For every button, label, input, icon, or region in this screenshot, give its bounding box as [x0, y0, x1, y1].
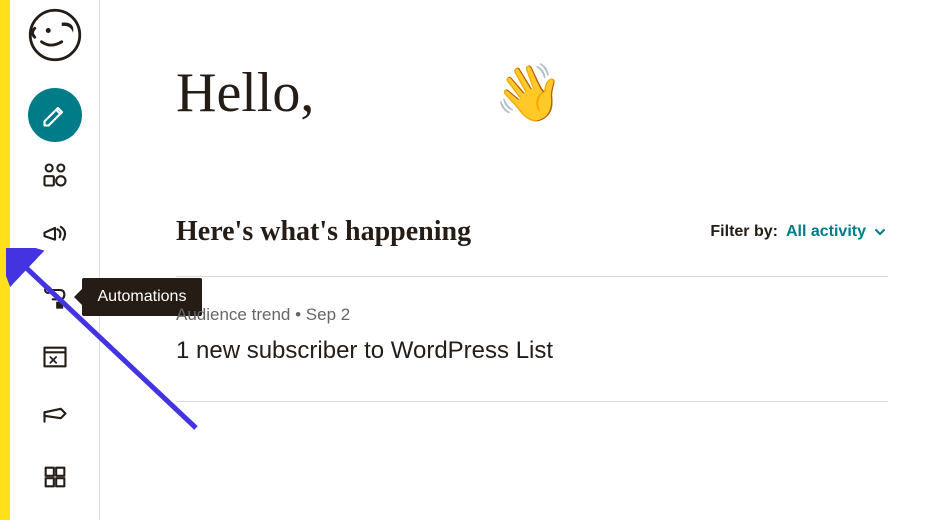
- feed-item[interactable]: Audience trend • Sep 2 1 new subscriber …: [176, 305, 888, 402]
- sidebar-item-campaigns[interactable]: [28, 208, 82, 262]
- chevron-down-icon: [872, 224, 888, 240]
- sidebar-item-website[interactable]: [28, 330, 82, 384]
- filter-dropdown[interactable]: All activity: [786, 223, 888, 241]
- feed-separator: •: [290, 305, 305, 324]
- filter-value-text: All activity: [786, 223, 866, 241]
- mailchimp-logo-icon: [28, 8, 82, 62]
- content-icon: [41, 403, 69, 431]
- sidebar-item-automations[interactable]: Automations: [28, 270, 82, 324]
- audience-icon: [41, 161, 69, 189]
- mailchimp-logo[interactable]: [28, 8, 82, 62]
- section-title: Here's what's happening: [176, 216, 471, 248]
- website-icon: [41, 343, 69, 371]
- feed-category: Audience trend: [176, 305, 290, 324]
- filter-label: Filter by:: [710, 223, 778, 241]
- greeting-row: Hello, 👋: [176, 60, 888, 126]
- feed-meta: Audience trend • Sep 2: [176, 305, 888, 325]
- megaphone-icon: [41, 221, 69, 249]
- sidebar-item-create[interactable]: [28, 88, 82, 142]
- sidebar: Automations: [10, 0, 100, 520]
- feed-divider: [176, 401, 888, 402]
- filter: Filter by: All activity: [710, 223, 888, 241]
- integrations-icon: [41, 463, 69, 491]
- accent-strip: [0, 0, 10, 520]
- wave-emoji: 👋: [494, 60, 564, 126]
- sidebar-item-content[interactable]: [28, 390, 82, 444]
- feed-title: 1 new subscriber to WordPress List: [176, 337, 888, 365]
- automations-icon: [41, 283, 69, 311]
- feed-date: Sep 2: [306, 305, 350, 324]
- happening-row: Here's what's happening Filter by: All a…: [176, 216, 888, 277]
- sidebar-item-audience[interactable]: [28, 148, 82, 202]
- sidebar-item-integrations[interactable]: [28, 450, 82, 504]
- pencil-icon: [41, 101, 69, 129]
- main-content: Hello, 👋 Here's what's happening Filter …: [100, 0, 928, 520]
- greeting-text: Hello,: [176, 61, 314, 125]
